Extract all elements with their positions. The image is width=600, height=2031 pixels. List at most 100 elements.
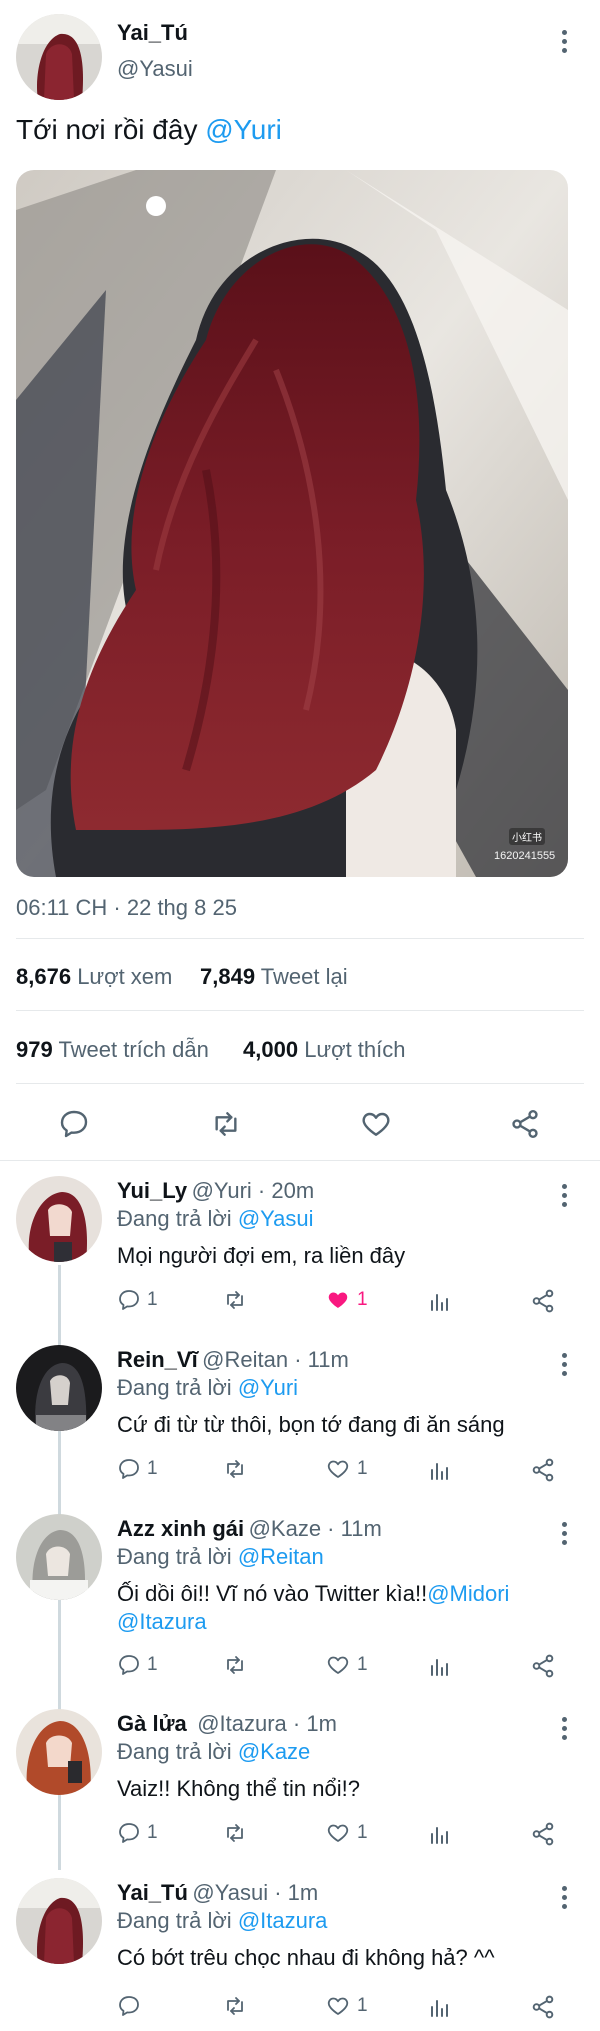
divider xyxy=(16,938,584,939)
reply-avatar[interactable] xyxy=(16,1514,102,1600)
reply-item[interactable]: Yui_Ly @Yuri · 20m Đang trả lời @Yasui M… xyxy=(0,1170,600,1338)
tweet-timestamp[interactable]: 06:11 CH · 22 thg 8 25 xyxy=(16,895,237,921)
reply-item[interactable]: Yai_Tú @Yasui · 1m Đang trả lời @Itazura… xyxy=(0,1872,600,2031)
retweet-button[interactable] xyxy=(222,1994,248,2018)
reply-avatar[interactable] xyxy=(16,1176,102,1262)
reply-count: 1 xyxy=(147,1458,158,1479)
replying-to-link[interactable]: @Itazura xyxy=(238,1908,328,1933)
replying-to-link[interactable]: @Yasui xyxy=(238,1206,314,1231)
retweet-icon[interactable] xyxy=(209,1108,243,1140)
analytics-icon[interactable] xyxy=(428,1996,452,2025)
more-options-icon[interactable] xyxy=(550,1713,578,1743)
share-icon[interactable] xyxy=(530,1994,556,2025)
quotes-label: Tweet trích dẫn xyxy=(58,1037,209,1062)
like-filled-icon xyxy=(328,1292,348,1308)
reply-author-name[interactable]: Rein_Vĩ xyxy=(117,1347,198,1372)
retweet-button[interactable] xyxy=(222,1821,248,1845)
retweet-icon xyxy=(227,1291,243,1309)
replying-prefix: Đang trả lời xyxy=(117,1739,238,1764)
like-icon xyxy=(327,1824,349,1842)
hair-photo xyxy=(16,170,568,877)
likes-stat[interactable]: 4,000 Lượt thích xyxy=(243,1037,406,1063)
share-icon[interactable] xyxy=(530,1821,556,1852)
reply-item[interactable]: Rein_Vĩ @Reitan · 11m Đang trả lời @Yuri… xyxy=(0,1339,600,1507)
retweet-button[interactable] xyxy=(222,1457,248,1481)
tweet-mention-link[interactable]: @Yuri xyxy=(205,114,282,145)
reply-avatar[interactable] xyxy=(16,1709,102,1795)
reply-meta: @Kaze · 11m xyxy=(248,1516,382,1541)
reply-header: Gà lửa @Itazura · 1m xyxy=(117,1711,337,1737)
analytics-icon[interactable] xyxy=(428,1655,452,1684)
reply-item[interactable]: Gà lửa @Itazura · 1m Đang trả lời @Kaze … xyxy=(0,1703,600,1871)
analytics-icon[interactable] xyxy=(428,1823,452,1852)
analytics-icon[interactable] xyxy=(428,1459,452,1488)
like-count: 1 xyxy=(357,1822,368,1843)
reply-button[interactable]: 1 xyxy=(117,1821,158,1845)
retweet-icon xyxy=(227,1460,243,1478)
like-button[interactable]: 1 xyxy=(325,1994,368,2018)
like-button[interactable]: 1 xyxy=(325,1288,368,1312)
more-options-icon[interactable] xyxy=(550,1882,578,1912)
reply-author-name[interactable]: Yui_Ly xyxy=(117,1178,187,1203)
reply-meta: @Itazura · 1m xyxy=(197,1711,337,1736)
more-options-icon[interactable] xyxy=(550,1349,578,1379)
replying-to: Đang trả lời @Yuri xyxy=(117,1375,298,1401)
replying-to-link[interactable]: @Reitan xyxy=(238,1544,324,1569)
reply-text: Cứ đi từ từ thôi, bọn tớ đang đi ăn sáng xyxy=(117,1412,505,1437)
reply-avatar[interactable] xyxy=(16,1345,102,1431)
author-avatar[interactable] xyxy=(16,14,102,100)
share-icon[interactable] xyxy=(530,1653,556,1684)
reply-button[interactable]: 1 xyxy=(117,1653,158,1677)
retweet-icon xyxy=(227,1824,243,1842)
retweet-icon xyxy=(227,1997,243,2015)
more-options-icon[interactable] xyxy=(550,1180,578,1210)
replying-to-link[interactable]: @Kaze xyxy=(238,1739,310,1764)
reply-mention-link[interactable]: @Itazura xyxy=(117,1609,207,1634)
like-icon xyxy=(327,1656,349,1674)
reply-icon xyxy=(119,1823,139,1843)
retweet-button[interactable] xyxy=(222,1653,248,1677)
reply-item[interactable]: Azz xinh gái @Kaze · 11m Đang trả lời @R… xyxy=(0,1508,600,1703)
reply-text: Mọi người đợi em, ra liền đây xyxy=(117,1243,406,1268)
like-icon[interactable] xyxy=(359,1108,393,1140)
author-handle[interactable]: @Yasui xyxy=(117,56,193,82)
reply-button[interactable]: 1 xyxy=(117,1288,158,1312)
reply-meta: @Yuri · 20m xyxy=(191,1178,315,1203)
share-icon[interactable] xyxy=(530,1288,556,1319)
like-icon xyxy=(327,1460,349,1478)
reply-mention-link[interactable]: @Midori xyxy=(427,1581,509,1606)
replying-prefix: Đang trả lời xyxy=(117,1375,238,1400)
tweet-image[interactable]: 小红书 1620241555 xyxy=(16,170,568,877)
author-name[interactable]: Yai_Tú xyxy=(117,20,188,46)
more-options-icon[interactable] xyxy=(550,26,578,56)
reply-icon[interactable] xyxy=(58,1108,90,1140)
quotes-stat[interactable]: 979 Tweet trích dẫn xyxy=(16,1037,209,1063)
reply-avatar[interactable] xyxy=(16,1878,102,1964)
retweet-button[interactable] xyxy=(222,1288,248,1312)
replying-to-link[interactable]: @Yuri xyxy=(238,1375,298,1400)
reply-author-name[interactable]: Yai_Tú xyxy=(117,1880,188,1905)
like-button[interactable]: 1 xyxy=(325,1821,368,1845)
reply-header: Yai_Tú @Yasui · 1m xyxy=(117,1880,318,1906)
retweets-stat[interactable]: 7,849 Tweet lại xyxy=(200,964,348,990)
reply-button[interactable] xyxy=(117,1994,141,2018)
views-stat[interactable]: 8,676 Lượt xem xyxy=(16,964,172,990)
analytics-icon[interactable] xyxy=(428,1290,452,1319)
share-icon[interactable] xyxy=(530,1457,556,1488)
reply-author-name[interactable]: Azz xinh gái xyxy=(117,1516,244,1541)
like-count: 1 xyxy=(357,1458,368,1479)
more-options-icon[interactable] xyxy=(550,1518,578,1548)
retweet-icon xyxy=(227,1656,243,1674)
share-icon[interactable] xyxy=(508,1108,542,1140)
replying-prefix: Đang trả lời xyxy=(117,1908,238,1933)
reply-header: Yui_Ly @Yuri · 20m xyxy=(117,1178,314,1204)
reply-author-name[interactable]: Gà lửa xyxy=(117,1711,187,1736)
like-count: 1 xyxy=(357,1289,368,1310)
like-count: 1 xyxy=(357,1995,368,2016)
reply-count: 1 xyxy=(147,1822,158,1843)
divider xyxy=(16,1010,584,1011)
like-button[interactable]: 1 xyxy=(325,1457,368,1481)
retweets-label: Tweet lại xyxy=(260,964,348,989)
reply-button[interactable]: 1 xyxy=(117,1457,158,1481)
like-button[interactable]: 1 xyxy=(325,1653,368,1677)
